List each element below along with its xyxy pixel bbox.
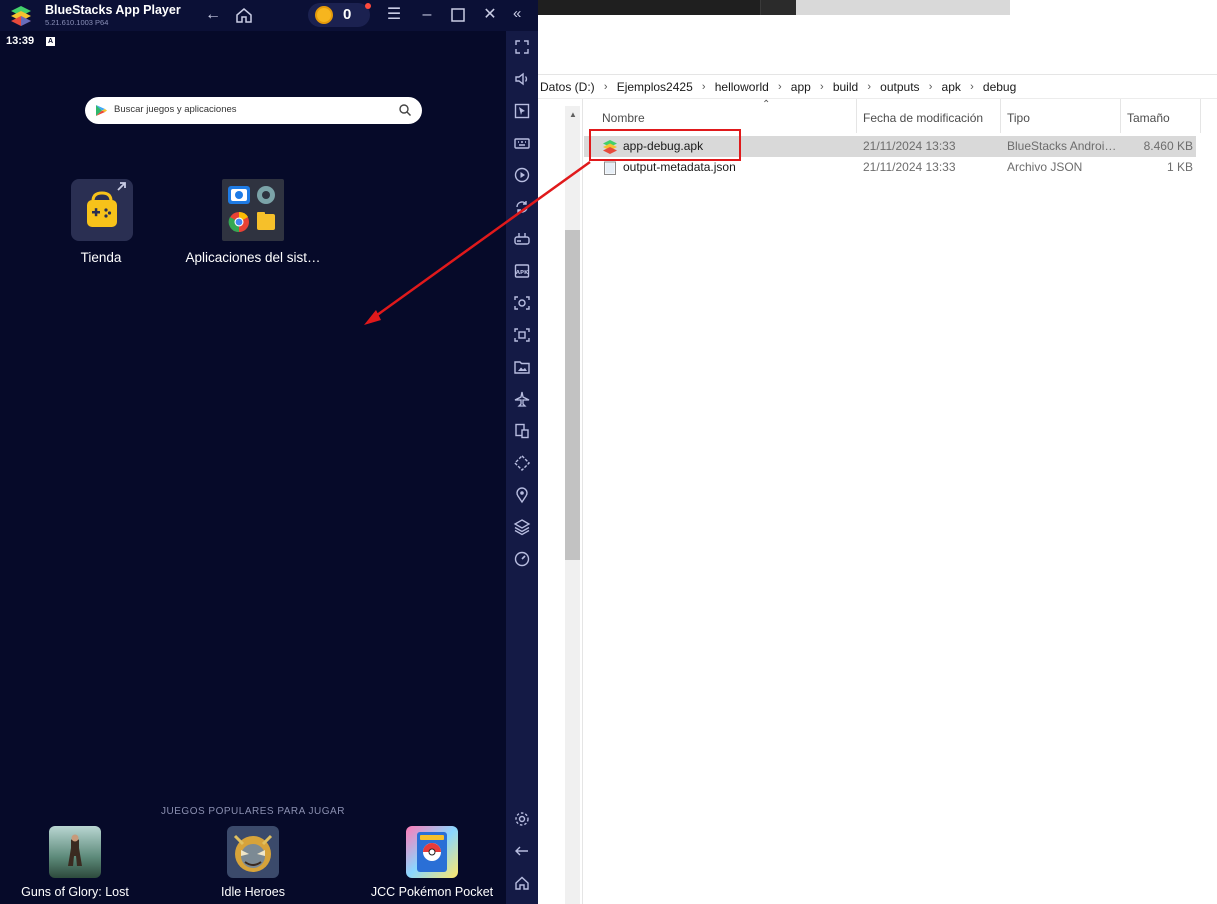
system-apps-folder-icon bbox=[228, 186, 275, 233]
close-icon[interactable]: ✕ bbox=[479, 5, 501, 25]
breadcrumb-item[interactable]: app bbox=[789, 80, 813, 94]
file-explorer-window: Datos (D:) › Ejemplos2425 › helloworld ›… bbox=[538, 0, 1217, 904]
game-tile-idle-heroes[interactable] bbox=[227, 826, 279, 878]
file-name: output-metadata.json bbox=[623, 160, 736, 174]
android-status-bar: 13:39 A bbox=[0, 31, 506, 53]
breadcrumb-item[interactable]: outputs bbox=[878, 80, 921, 94]
json-file-icon bbox=[604, 161, 616, 175]
column-header-date[interactable]: Fecha de modificación bbox=[856, 99, 1000, 133]
apk-install-icon[interactable]: APK bbox=[513, 262, 531, 280]
notification-dot bbox=[365, 3, 371, 9]
file-size: 8.460 KB bbox=[1143, 139, 1193, 153]
chevron-right-icon[interactable]: › bbox=[963, 81, 981, 93]
explorer-top-strip bbox=[538, 0, 1217, 15]
search-icon[interactable] bbox=[398, 103, 412, 117]
menu-icon[interactable]: ☰ bbox=[383, 5, 405, 25]
maximize-icon[interactable] bbox=[447, 5, 469, 25]
gamepad-icon[interactable] bbox=[513, 230, 531, 248]
scroll-up-icon[interactable]: ▲ bbox=[569, 110, 577, 119]
macro-icon[interactable] bbox=[513, 166, 531, 184]
game-tile-pokemon-pocket[interactable] bbox=[406, 826, 458, 878]
screen-record-icon[interactable] bbox=[513, 326, 531, 344]
game-tile-guns-of-glory[interactable] bbox=[49, 826, 101, 878]
chevron-right-icon[interactable]: › bbox=[860, 81, 878, 93]
bluestacks-logo-icon bbox=[11, 6, 31, 26]
title-bar: BlueStacks App Player 5.21.610.1003 P64 … bbox=[0, 0, 538, 31]
layers-icon[interactable] bbox=[513, 518, 531, 536]
game-label-idle-heroes[interactable]: Idle Heroes bbox=[200, 885, 306, 899]
chevron-right-icon[interactable]: › bbox=[597, 81, 615, 93]
play-store-icon bbox=[96, 105, 107, 116]
pokemon-pocket-icon bbox=[406, 826, 458, 878]
guns-of-glory-icon bbox=[49, 826, 101, 878]
scrollbar-thumb[interactable] bbox=[565, 230, 580, 560]
minimize-icon[interactable]: – bbox=[416, 5, 438, 25]
rotate-icon[interactable] bbox=[513, 454, 531, 472]
chevron-right-icon[interactable]: › bbox=[922, 81, 940, 93]
file-date: 21/11/2024 13:33 bbox=[863, 139, 956, 153]
breadcrumb: Datos (D:) › Ejemplos2425 › helloworld ›… bbox=[538, 78, 1018, 96]
fullscreen-icon[interactable] bbox=[513, 38, 531, 56]
breadcrumb-item[interactable]: Datos (D:) bbox=[538, 80, 597, 94]
collapse-sidebar-icon[interactable]: « bbox=[513, 5, 521, 22]
breadcrumb-item[interactable]: helloworld bbox=[713, 80, 771, 94]
column-header-name[interactable]: Nombre bbox=[596, 99, 856, 133]
annotation-highlight-box bbox=[589, 129, 741, 161]
android-home-icon[interactable] bbox=[513, 874, 531, 892]
popular-games-title: JUEGOS POPULARES PARA JUGAR bbox=[161, 806, 345, 817]
screenshot-icon[interactable] bbox=[513, 294, 531, 312]
home-icon[interactable] bbox=[233, 5, 255, 25]
coin-count: 0 bbox=[343, 6, 352, 23]
keyboard-icon[interactable] bbox=[513, 134, 531, 152]
column-header-size[interactable]: Tamaño bbox=[1120, 99, 1200, 133]
store-app-tile[interactable] bbox=[71, 179, 133, 241]
bluestacks-side-toolbar: APK bbox=[506, 31, 538, 904]
chevron-right-icon[interactable]: › bbox=[695, 81, 713, 93]
search-bar[interactable]: Buscar juegos y aplicaciones bbox=[85, 97, 422, 124]
coin-icon bbox=[315, 6, 333, 24]
back-icon[interactable] bbox=[513, 842, 531, 860]
column-header-type[interactable]: Tipo bbox=[1000, 99, 1120, 133]
chevron-right-icon[interactable]: › bbox=[771, 81, 789, 93]
media-folder-icon[interactable] bbox=[513, 358, 531, 376]
breadcrumb-item[interactable]: Ejemplos2425 bbox=[615, 80, 695, 94]
game-label-guns-of-glory[interactable]: Guns of Glory: Lost bbox=[10, 885, 140, 899]
chevron-right-icon[interactable]: › bbox=[813, 81, 831, 93]
column-headers: ⌃ Nombre Fecha de modificación Tipo Tama… bbox=[584, 99, 1217, 133]
file-type: Archivo JSON bbox=[1007, 160, 1083, 174]
navigation-scrollbar[interactable]: ▲ bbox=[565, 106, 580, 904]
app-label-store[interactable]: Tienda bbox=[51, 250, 151, 265]
airplane-mode-icon[interactable] bbox=[513, 390, 531, 408]
pointer-icon[interactable] bbox=[513, 102, 531, 120]
file-type: BlueStacks Androi… bbox=[1007, 139, 1117, 153]
app-label-system-apps[interactable]: Aplicaciones del sist… bbox=[173, 250, 333, 265]
sync-icon[interactable] bbox=[513, 198, 531, 216]
multi-instance-icon[interactable] bbox=[513, 422, 531, 440]
system-apps-folder[interactable] bbox=[222, 179, 284, 241]
breadcrumb-item[interactable]: build bbox=[831, 80, 860, 94]
back-arrow-icon[interactable]: ← bbox=[202, 5, 224, 25]
status-clock: 13:39 bbox=[6, 35, 35, 47]
svg-text:APK: APK bbox=[516, 270, 529, 276]
volume-icon[interactable] bbox=[513, 70, 531, 88]
store-bag-icon bbox=[87, 182, 126, 227]
settings-icon[interactable] bbox=[513, 810, 531, 828]
location-icon[interactable] bbox=[513, 486, 531, 504]
status-indicator-icon: A bbox=[46, 37, 55, 46]
search-placeholder: Buscar juegos y aplicaciones bbox=[114, 104, 237, 115]
performance-icon[interactable] bbox=[513, 550, 531, 568]
idle-heroes-icon bbox=[227, 826, 279, 878]
breadcrumb-item-current[interactable]: debug bbox=[981, 80, 1018, 94]
desktop: { "bluestacks": { "app_name": "BlueStack… bbox=[0, 0, 1217, 904]
app-title: BlueStacks App Player bbox=[45, 3, 181, 17]
file-size: 1 KB bbox=[1166, 160, 1193, 174]
app-version: 5.21.610.1003 P64 bbox=[45, 18, 109, 27]
game-label-pokemon-pocket[interactable]: JCC Pokémon Pocket bbox=[366, 885, 498, 899]
bluestacks-window: BlueStacks App Player 5.21.610.1003 P64 … bbox=[0, 0, 538, 904]
file-date: 21/11/2024 13:33 bbox=[863, 160, 956, 174]
coins-badge[interactable]: 0 bbox=[308, 3, 370, 27]
breadcrumb-item[interactable]: apk bbox=[940, 80, 963, 94]
